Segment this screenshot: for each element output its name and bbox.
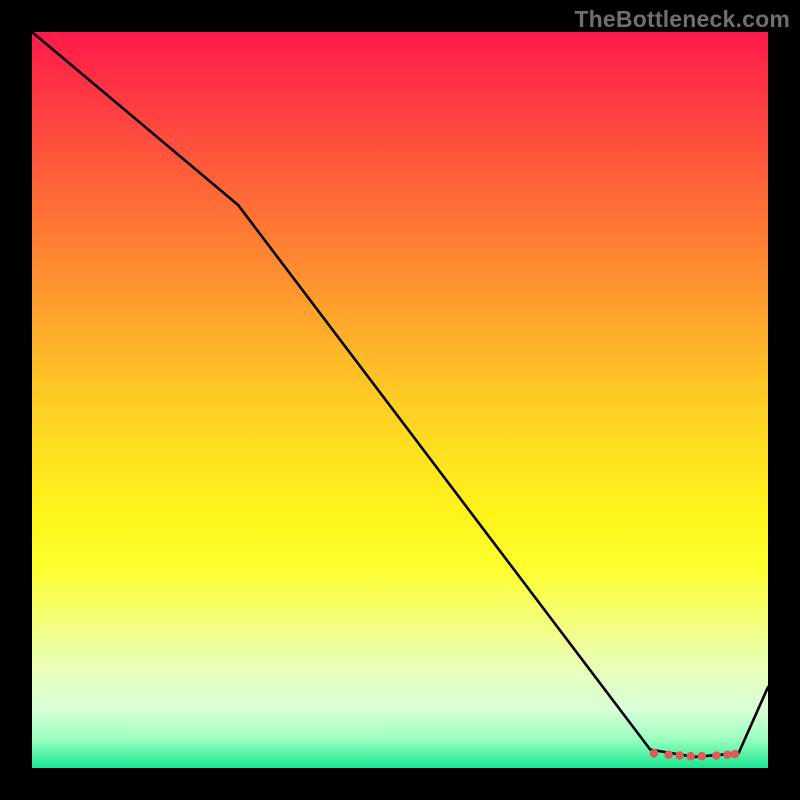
marker-dot xyxy=(697,752,706,761)
marker-dot xyxy=(675,751,684,760)
marker-dot xyxy=(723,750,732,759)
chart-frame: TheBottleneck.com xyxy=(0,0,800,800)
marker-dot xyxy=(731,750,740,759)
marker-dot xyxy=(712,751,721,760)
watermark-label: TheBottleneck.com xyxy=(574,6,790,33)
chart-overlay-svg xyxy=(32,32,768,768)
marker-dot xyxy=(686,752,695,761)
marker-dot xyxy=(650,749,659,758)
plot-area xyxy=(32,32,768,768)
main-curve xyxy=(32,32,768,757)
marker-dot xyxy=(664,750,673,759)
